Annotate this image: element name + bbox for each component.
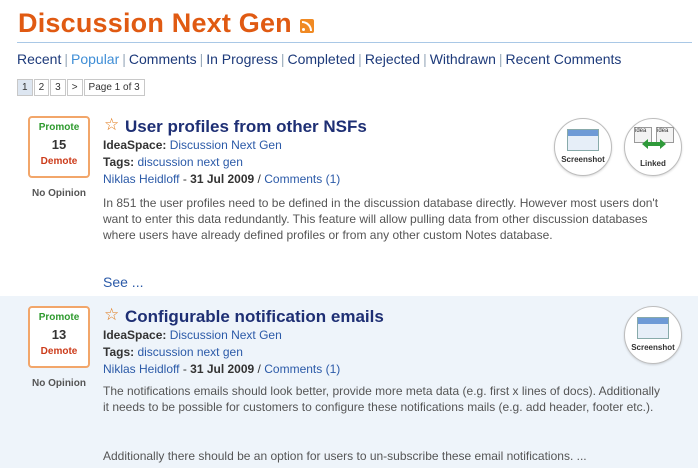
pager: 1 2 3 > Page 1 of 3: [17, 79, 145, 96]
idea-title[interactable]: Configurable notification emails: [125, 307, 384, 327]
vote-count: 13: [51, 327, 67, 342]
idea-item: Promote 15 Demote No Opinion ☆ User prof…: [0, 106, 698, 296]
screenshot-thumbnail-icon: [567, 129, 599, 151]
ideaspace-link[interactable]: Discussion Next Gen: [170, 328, 282, 342]
promote-button[interactable]: Promote: [30, 122, 88, 133]
link-arrows-icon: [642, 139, 666, 149]
rss-icon[interactable]: [299, 19, 314, 33]
vote-box: Promote 15 Demote: [28, 116, 90, 178]
vote-count: 15: [51, 137, 67, 152]
idea-tags: Tags: discussion next gen: [103, 155, 243, 169]
idea-byline: Niklas Heidloff - 31 Jul 2009 / Comments…: [103, 362, 341, 376]
idea-title[interactable]: User profiles from other NSFs: [125, 117, 367, 137]
header-divider: [17, 42, 692, 43]
promote-button[interactable]: Promote: [30, 312, 88, 323]
opinion-label: No Opinion: [32, 378, 86, 389]
author-link[interactable]: Niklas Heidloff: [103, 172, 179, 186]
idea-tags: Tags: discussion next gen: [103, 345, 243, 359]
star-icon[interactable]: ☆: [104, 116, 119, 134]
idea-byline: Niklas Heidloff - 31 Jul 2009 / Comments…: [103, 172, 341, 186]
idea-description: In 851 the user profiles need to be defi…: [103, 196, 659, 242]
pager-page-3[interactable]: 3: [50, 79, 66, 96]
vote-box: Promote 13 Demote: [28, 306, 90, 368]
nav-recent[interactable]: Recent: [17, 51, 61, 67]
nav-comments[interactable]: Comments: [129, 51, 197, 67]
page-header: Discussion Next Gen: [18, 6, 314, 40]
see-more-link[interactable]: See ...: [103, 274, 143, 290]
comments-link[interactable]: Comments (1): [264, 172, 340, 186]
pager-info: Page 1 of 3: [83, 79, 145, 96]
nav-popular[interactable]: Popular: [71, 51, 119, 67]
view-nav: Recent | Popular | Comments | In Progress | Comp…: [17, 51, 622, 67]
idea-ideaspace: IdeaSpace: Discussion Next Gen: [103, 138, 282, 152]
nav-in-progress[interactable]: In Progress: [206, 51, 278, 67]
idea-date: 31 Jul 2009: [190, 172, 255, 186]
idea-ideaspace: IdeaSpace: Discussion Next Gen: [103, 328, 282, 342]
opinion-label: No Opinion: [32, 188, 86, 199]
author-link[interactable]: Niklas Heidloff: [103, 362, 179, 376]
pager-next[interactable]: >: [66, 79, 83, 96]
nav-withdrawn[interactable]: Withdrawn: [430, 51, 496, 67]
linked-attachment[interactable]: idea idea Linked: [624, 118, 682, 176]
pager-page-2[interactable]: 2: [33, 79, 50, 96]
nav-completed[interactable]: Completed: [287, 51, 355, 67]
nav-recent-comments[interactable]: Recent Comments: [506, 51, 622, 67]
star-icon[interactable]: ☆: [104, 306, 119, 324]
screenshot-attachment[interactable]: Screenshot: [554, 118, 612, 176]
idea-date: 31 Jul 2009: [190, 362, 255, 376]
demote-button[interactable]: Demote: [30, 346, 88, 357]
pager-page-1[interactable]: 1: [17, 79, 33, 96]
tag-link[interactable]: discussion next gen: [137, 155, 242, 169]
screenshot-attachment[interactable]: Screenshot: [624, 306, 682, 364]
idea-description-more: Additionally there should be an option f…: [103, 449, 587, 463]
tag-link[interactable]: discussion next gen: [137, 345, 242, 359]
page-title: Discussion Next Gen: [18, 7, 292, 38]
idea-description: The notifications emails should look bet…: [103, 384, 660, 414]
demote-button[interactable]: Demote: [30, 156, 88, 167]
idea-item: Promote 13 Demote No Opinion ☆ Configura…: [0, 296, 698, 468]
comments-link[interactable]: Comments (1): [264, 362, 340, 376]
ideaspace-link[interactable]: Discussion Next Gen: [170, 138, 282, 152]
nav-rejected[interactable]: Rejected: [365, 51, 420, 67]
screenshot-thumbnail-icon: [637, 317, 669, 339]
